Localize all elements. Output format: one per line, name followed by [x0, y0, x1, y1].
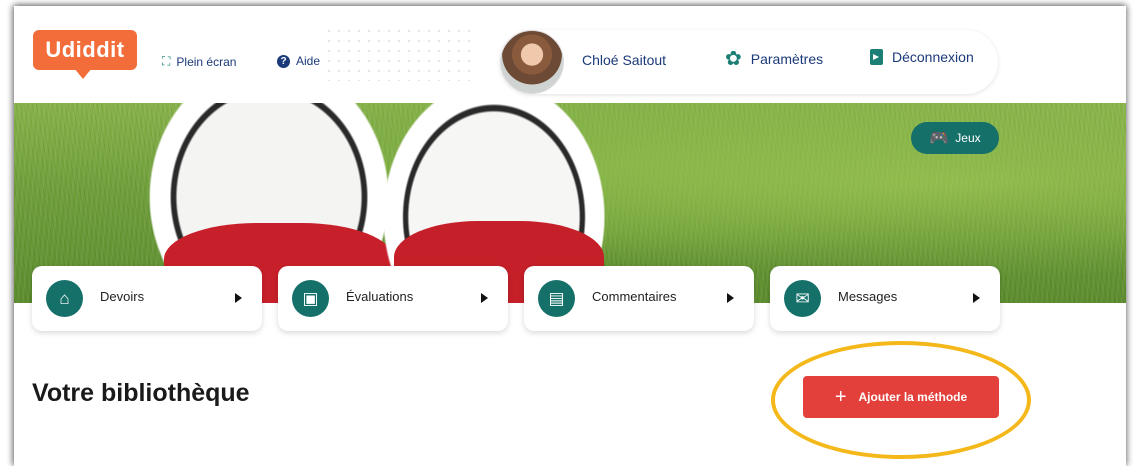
- fullscreen-button[interactable]: ⛶ Plein écran: [162, 54, 236, 69]
- gamepad-icon: 🎮: [929, 130, 950, 147]
- help-label: Aide: [296, 54, 321, 68]
- top-bar: Udiddit ⛶ Plein écran ? Aide Chloé Saito…: [14, 6, 1126, 103]
- nav-card-commentaires[interactable]: ▤ Commentaires: [524, 266, 754, 331]
- house-icon: ⌂: [46, 280, 83, 317]
- settings-button[interactable]: ✿ Paramètres: [725, 49, 823, 69]
- nav-card-label: Messages: [838, 289, 898, 304]
- games-button[interactable]: 🎮 Jeux: [911, 122, 999, 154]
- highlight-ellipse: [771, 341, 1031, 459]
- logo[interactable]: Udiddit: [33, 30, 137, 70]
- page-title: Votre bibliothèque: [32, 379, 250, 407]
- help-icon: ?: [277, 54, 290, 68]
- help-button[interactable]: ? Aide: [277, 54, 320, 68]
- fullscreen-label: Plein écran: [176, 54, 237, 69]
- nav-card-label: Évaluations: [346, 289, 414, 304]
- arrow-right-icon: [727, 293, 734, 303]
- arrow-right-icon: [973, 293, 980, 303]
- nav-card-label: Commentaires: [592, 289, 677, 304]
- user-name[interactable]: Chloé Saitout: [582, 52, 666, 68]
- logout-label: Déconnexion: [892, 49, 974, 65]
- app-window: Udiddit ⛶ Plein écran ? Aide Chloé Saito…: [14, 6, 1126, 466]
- games-label: Jeux: [955, 131, 981, 145]
- fullscreen-icon: ⛶: [162, 54, 171, 68]
- settings-label: Paramètres: [750, 51, 824, 67]
- logout-button[interactable]: Déconnexion: [870, 49, 974, 65]
- arrow-right-icon: [235, 293, 242, 303]
- nav-card-devoirs[interactable]: ⌂ Devoirs: [32, 266, 262, 331]
- comments-icon: ▤: [538, 280, 575, 317]
- gear-icon: ✿: [725, 48, 742, 70]
- logo-tail: [74, 68, 92, 79]
- arrow-right-icon: [481, 293, 488, 303]
- envelope-icon: ✉: [784, 280, 821, 317]
- nav-card-label: Devoirs: [100, 289, 145, 304]
- nav-card-messages[interactable]: ✉ Messages: [770, 266, 1000, 331]
- dot-pattern: [324, 26, 474, 81]
- user-bar: Chloé Saitout ✿ Paramètres Déconnexion: [500, 30, 998, 94]
- nav-card-evaluations[interactable]: ▣ Évaluations: [278, 266, 508, 331]
- avatar[interactable]: [500, 30, 564, 94]
- evaluation-icon: ▣: [292, 280, 329, 317]
- logout-icon: [870, 49, 883, 65]
